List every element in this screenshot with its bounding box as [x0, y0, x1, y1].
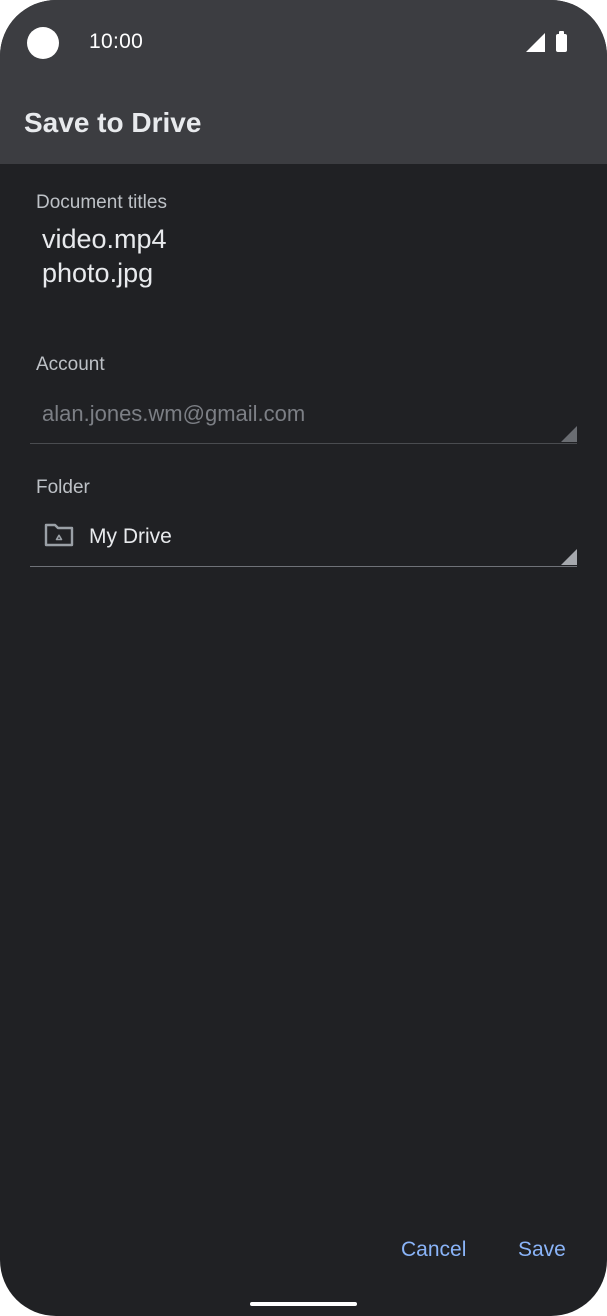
phone-screen: 10:00 Save to Drive Document titles vide… [0, 0, 607, 1316]
dropdown-arrow-icon [561, 549, 577, 565]
folder-underline [30, 566, 577, 567]
account-label: Account [36, 354, 105, 375]
document-title-item: photo.jpg [42, 258, 154, 288]
home-indicator[interactable] [250, 1302, 357, 1306]
signal-icon [526, 33, 545, 52]
folder-value: My Drive [89, 525, 172, 548]
drive-folder-icon [44, 523, 74, 547]
camera-icon [27, 27, 59, 59]
account-value: alan.jones.wm@gmail.com [42, 401, 306, 426]
page-title: Save to Drive [24, 107, 202, 138]
status-time: 10:00 [89, 30, 144, 53]
account-underline [30, 443, 577, 444]
status-bar: 10:00 [0, 0, 607, 86]
document-title-item: video.mp4 [42, 224, 167, 254]
document-titles-label: Document titles [36, 192, 167, 213]
folder-label: Folder [36, 477, 90, 498]
dropdown-arrow-icon [561, 426, 577, 442]
cancel-button[interactable]: Cancel [401, 1238, 466, 1262]
save-button[interactable]: Save [518, 1238, 566, 1262]
app-bar: Save to Drive [0, 86, 607, 164]
battery-icon [556, 31, 567, 52]
